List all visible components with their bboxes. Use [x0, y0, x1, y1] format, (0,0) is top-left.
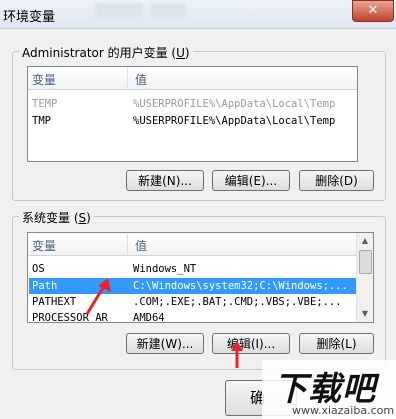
system-edit-button[interactable]: 编辑(I)...	[212, 333, 290, 354]
system-variables-list[interactable]: 变量 值 OS Windows_NT Path C:\Windows\syste…	[27, 232, 374, 323]
list-item[interactable]: PATHEXT .COM;.EXE;.BAT;.CMD;.VBS;.VBE;..…	[29, 294, 356, 310]
column-header-value[interactable]: 值	[135, 71, 147, 88]
vertical-scrollbar[interactable]: ▲ ▼	[356, 233, 373, 322]
user-variables-label: Administrator 的用户变量 (U)	[19, 44, 193, 61]
window-title: 环境变量	[3, 10, 56, 25]
system-variables-label: 系统变量 (S)	[19, 209, 94, 226]
column-header-value[interactable]: 值	[135, 237, 147, 254]
list-header: 变量 值	[28, 233, 356, 256]
watermark: 下载吧 www.xiazaiba.com	[262, 360, 396, 419]
scroll-up-icon[interactable]: ▲	[357, 233, 373, 249]
blurred-region	[150, 3, 186, 17]
scroll-down-icon[interactable]: ▼	[357, 306, 373, 322]
user-edit-button[interactable]: 编辑(E)...	[212, 170, 290, 191]
close-button[interactable]: ✕	[352, 0, 394, 22]
system-delete-button[interactable]: 删除(L)	[299, 333, 374, 354]
annotation-arrow-icon	[85, 278, 111, 315]
close-icon: ✕	[367, 3, 379, 18]
system-new-button[interactable]: 新建(W)...	[126, 333, 204, 354]
list-item[interactable]: TEMP %USERPROFILE%\AppData\Local\Temp	[29, 96, 356, 112]
title-bar: 环境变量 ✕	[0, 0, 396, 29]
list-item[interactable]: TMP %USERPROFILE%\AppData\Local\Temp	[29, 113, 356, 129]
user-variables-list[interactable]: 变量 值 TEMP %USERPROFILE%\AppData\Local\Te…	[27, 66, 358, 162]
annotation-arrow-icon	[231, 341, 243, 368]
list-item[interactable]: PROCESSOR_AR AMD64	[29, 310, 356, 322]
column-header-variable[interactable]: 变量	[32, 71, 56, 88]
scroll-thumb[interactable]	[359, 250, 372, 274]
list-item[interactable]: OS Windows_NT	[29, 261, 356, 277]
list-item-selected[interactable]: Path C:\Windows\system32;C:\Windows;...	[29, 278, 356, 294]
watermark-logo: 下载吧	[274, 369, 376, 408]
user-new-button[interactable]: 新建(N)...	[126, 170, 204, 191]
column-header-variable[interactable]: 变量	[32, 237, 56, 254]
user-delete-button[interactable]: 删除(D)	[299, 170, 374, 191]
list-header: 变量 值	[28, 67, 357, 90]
watermark-url: www.xiazaiba.com	[292, 404, 395, 417]
blurred-region	[95, 3, 143, 17]
